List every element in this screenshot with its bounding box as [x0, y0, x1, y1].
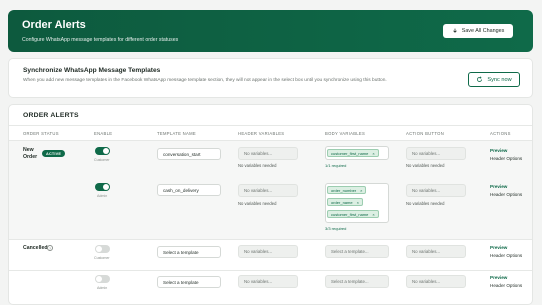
remove-chip-icon[interactable]: ×: [372, 212, 374, 217]
preview-link[interactable]: Preview: [490, 245, 507, 250]
status-badge: ACTIVE: [42, 150, 66, 157]
sync-title: Synchronize WhatsApp Message Templates: [23, 67, 161, 74]
header-variables-input[interactable]: No variables...: [238, 275, 298, 288]
column-order-status: ORDER STATUS: [23, 131, 59, 136]
toggle-label: Admin: [97, 286, 108, 290]
divider: [9, 270, 532, 271]
body-required-count: 3/3 required: [325, 226, 347, 231]
template-select[interactable]: cash_on_delivery: [157, 184, 221, 196]
body-variable-chip: customer_first_name ×: [327, 210, 379, 218]
chip-label: customer_first_name: [331, 150, 369, 156]
divider: [9, 140, 532, 141]
column-template-name: TEMPLATE NAME: [157, 131, 196, 136]
save-all-changes-label: Save All Changes: [461, 28, 505, 34]
enable-toggle-new-order-admin[interactable]: [95, 183, 110, 191]
download-icon: [452, 28, 457, 33]
template-select[interactable]: conversation_start: [157, 148, 221, 160]
status-cancelled: Cancelled: [23, 245, 48, 251]
preview-link[interactable]: Preview: [490, 148, 507, 153]
sync-now-label: Sync now: [487, 76, 512, 83]
remove-chip-icon[interactable]: ×: [372, 151, 374, 156]
header-options-link[interactable]: Header Options: [490, 192, 522, 197]
sync-now-button[interactable]: Sync now: [468, 72, 520, 87]
header-variables-note: No variables needed: [238, 163, 277, 168]
preview-link[interactable]: Preview: [490, 184, 507, 189]
toggle-label: Customer: [94, 256, 110, 260]
body-variable-chip: order_number ×: [327, 186, 367, 194]
page-subtitle: Configure WhatsApp message templates for…: [22, 37, 179, 43]
chip-label: order_number: [331, 187, 357, 193]
action-button-input[interactable]: No variables...: [406, 184, 466, 197]
body-variable-chip: order_name ×: [327, 198, 363, 206]
order-alerts-title: ORDER ALERTS: [23, 112, 79, 119]
page-title: Order Alerts: [22, 19, 86, 31]
header-variables-note: No variables needed: [238, 201, 277, 206]
header-options-link[interactable]: Header Options: [490, 283, 522, 288]
header-variables-input[interactable]: No variables...: [238, 147, 298, 160]
toggle-label: Admin: [97, 194, 108, 198]
action-button-input[interactable]: No variables...: [406, 245, 466, 258]
header-options-link[interactable]: Header Options: [490, 156, 522, 161]
column-body-variables: BODY VARIABLES: [325, 131, 366, 136]
remove-chip-icon[interactable]: ×: [357, 200, 359, 205]
divider: [9, 239, 532, 240]
enable-toggle-cancelled-customer[interactable]: [95, 245, 110, 253]
status-new-order: New Order: [23, 147, 38, 160]
preview-link[interactable]: Preview: [490, 275, 507, 280]
header-options-link[interactable]: Header Options: [490, 253, 522, 258]
remove-chip-icon[interactable]: ×: [360, 188, 362, 193]
template-select[interactable]: Select a template: [157, 246, 221, 258]
divider: [9, 125, 532, 126]
action-button-input[interactable]: No variables...: [406, 147, 466, 160]
enable-toggle-cancelled-admin[interactable]: [95, 275, 110, 283]
chip-label: order_name: [331, 199, 353, 205]
sync-description: When you add new message templates in th…: [23, 78, 387, 83]
column-action-button: ACTION BUTTON: [406, 131, 445, 136]
header-banner: Order Alerts Configure WhatsApp message …: [8, 10, 533, 52]
refresh-icon: [477, 76, 483, 82]
enable-toggle-new-order-customer[interactable]: [95, 147, 110, 155]
action-button-note: No variables needed: [406, 163, 445, 168]
column-header-variables: HEADER VARIABLES: [238, 131, 285, 136]
column-enable: ENABLE: [94, 131, 113, 136]
body-variables-input[interactable]: Select a template...: [325, 245, 389, 258]
save-all-changes-button[interactable]: Save All Changes: [443, 24, 513, 38]
header-variables-input[interactable]: No variables...: [238, 184, 298, 197]
header-variables-input[interactable]: No variables...: [238, 245, 298, 258]
sync-templates-card: Synchronize WhatsApp Message Templates W…: [8, 58, 533, 98]
column-actions: ACTIONS: [490, 131, 511, 136]
order-alerts-page: Order Alerts Configure WhatsApp message …: [0, 0, 542, 305]
chip-label: customer_first_name: [331, 211, 369, 217]
action-button-input[interactable]: No variables...: [406, 275, 466, 288]
template-select[interactable]: Select a template: [157, 276, 221, 288]
body-variable-chip: customer_first_name ×: [327, 149, 379, 157]
toggle-label: Customer: [94, 158, 110, 162]
order-alerts-card: ORDER ALERTS ORDER STATUS ENABLE TEMPLAT…: [8, 104, 533, 305]
body-variables-input[interactable]: Select a template...: [325, 275, 389, 288]
action-button-note: No variables needed: [406, 201, 445, 206]
body-required-count: 1/1 required: [325, 163, 347, 168]
help-icon[interactable]: ?: [47, 245, 53, 251]
